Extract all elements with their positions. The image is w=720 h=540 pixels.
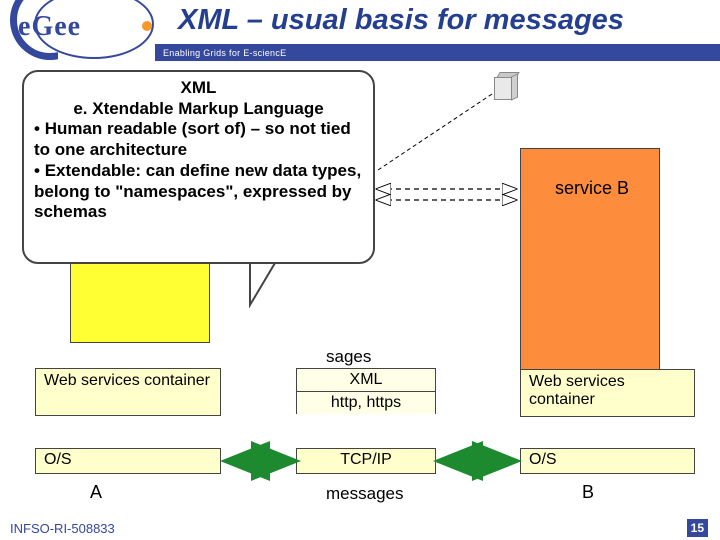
xml-callout: XML e. Xtendable Markup Language • Human…	[22, 70, 375, 264]
logo-text: eGee	[18, 11, 81, 43]
callout-bullet: Human readable (sort of) – so not tied t…	[34, 119, 351, 159]
protocol-stack: XML http, https	[296, 368, 436, 414]
diagram-stage: service B sages Web services container W…	[0, 70, 720, 515]
header: eGee XML – usual basis for messages Enab…	[0, 0, 720, 70]
ws-container-a: Web services container	[35, 368, 221, 416]
footer-left: INFSO-RI-508833	[10, 521, 115, 536]
egee-logo: eGee	[0, 0, 170, 75]
page-number: 15	[687, 519, 708, 537]
service-b-label: service B	[555, 178, 629, 199]
tagline-bar: Enabling Grids for E-sciencE	[155, 44, 720, 61]
sages-fragment: sages	[326, 347, 371, 367]
os-a: O/S	[35, 448, 221, 474]
slide-title: XML – usual basis for messages	[178, 4, 624, 37]
stack-xml: XML	[296, 368, 436, 391]
os-b: O/S	[520, 448, 695, 474]
stack-http: http, https	[296, 391, 436, 414]
callout-heading: XML	[34, 78, 363, 99]
node-a-label: A	[90, 482, 102, 503]
callout-subheading: e. Xtendable Markup Language	[34, 99, 363, 120]
tagline: Enabling Grids for E-sciencE	[163, 48, 286, 58]
stack-tcp: TCP/IP	[296, 448, 436, 474]
messages-label: messages	[326, 484, 403, 504]
node-b-label: B	[582, 482, 594, 503]
callout-bullet: Extendable: can define new data types, b…	[34, 161, 361, 221]
package-icon	[494, 72, 518, 102]
ws-container-b: Web services container	[520, 369, 695, 417]
